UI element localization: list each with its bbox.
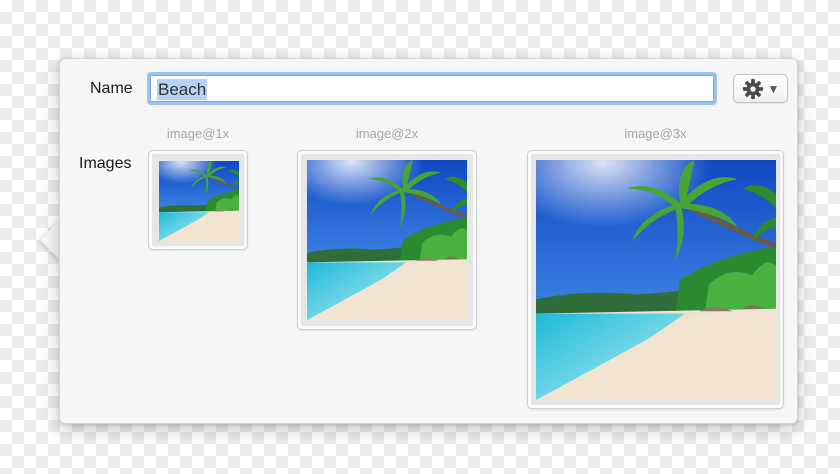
slot-3x-label: image@3x [624,126,687,141]
image-well-3x[interactable] [527,150,784,409]
name-input[interactable]: Beach [147,72,717,105]
images-label: Images [79,155,132,172]
gear-icon [742,78,763,99]
image-well-2x[interactable] [297,150,477,330]
settings-dropdown-button[interactable]: ▼ [733,74,788,103]
slot-2x-label: image@2x [355,126,419,141]
beach-image-2x [307,160,467,320]
slot-1x-label: image@1x [166,126,230,141]
beach-image-3x [536,160,776,400]
name-label: Name [90,80,133,97]
popover-arrow [40,220,60,260]
image-well-1x[interactable] [148,150,248,250]
triangle-down-icon: ▼ [767,81,780,96]
beach-image-1x [159,161,239,241]
name-input-value[interactable]: Beach [157,79,208,100]
